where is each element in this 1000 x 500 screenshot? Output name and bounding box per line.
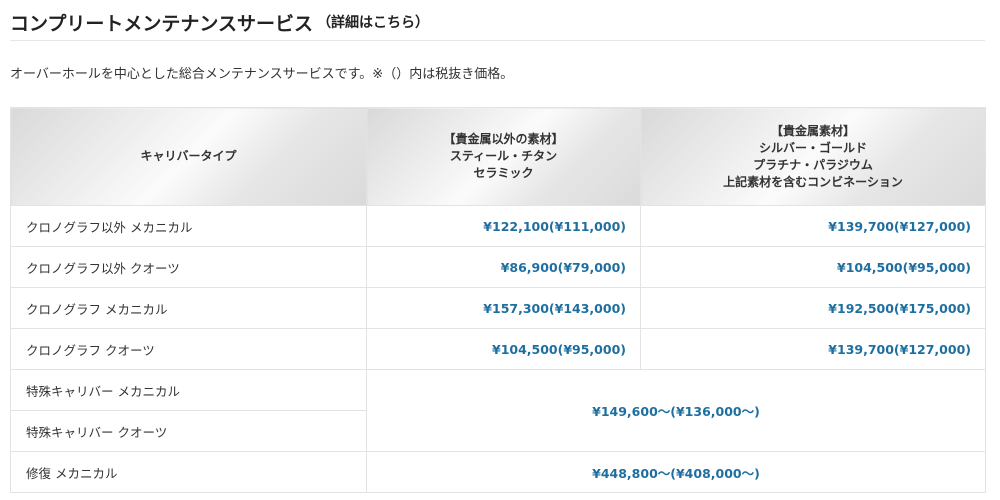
price-precious: ¥139,700(¥127,000): [640, 205, 986, 247]
price-table: キャリバータイプ 【貴金属以外の素材】 スティール・チタン セラミック 【貴金属…: [10, 107, 986, 493]
price-non-precious: ¥104,500(¥95,000): [366, 328, 641, 370]
row-label: クロノグラフ メカニカル: [10, 287, 367, 329]
table-row: 修復 メカニカル ¥448,800～(¥408,000～): [10, 451, 986, 493]
header-non-precious-line: 【貴金属以外の素材】: [443, 132, 564, 146]
header-precious-line: 上記素材を含むコンビネーション: [723, 174, 903, 189]
row-label: クロノグラフ クオーツ: [10, 328, 367, 370]
price-precious: ¥139,700(¥127,000): [640, 328, 986, 370]
header-non-precious-line: セラミック: [473, 166, 534, 180]
price-special-caliber: ¥149,600～(¥136,000～): [366, 369, 986, 452]
table-row: クロノグラフ メカニカル ¥157,300(¥143,000) ¥192,500…: [10, 287, 986, 329]
header-caliber-type: キャリバータイプ: [10, 107, 367, 206]
header-precious-line: シルバー・ゴールド: [758, 140, 867, 155]
price-non-precious: ¥157,300(¥143,000): [366, 287, 641, 329]
table-row: 特殊キャリバー メカニカル ¥149,600～(¥136,000～): [10, 369, 986, 452]
service-description: オーバーホールを中心とした総合メンテナンスサービスです。※（）内は税抜き価格。: [10, 67, 514, 82]
table-row: クロノグラフ クオーツ ¥104,500(¥95,000) ¥139,700(¥…: [10, 328, 986, 370]
row-label: クロノグラフ以外 メカニカル: [10, 205, 367, 247]
table-row: クロノグラフ以外 クオーツ ¥86,900(¥79,000) ¥104,500(…: [10, 246, 986, 288]
header-non-precious: 【貴金属以外の素材】 スティール・チタン セラミック: [366, 107, 641, 206]
row-label: 修復 メカニカル: [10, 451, 367, 493]
row-label: クロノグラフ以外 クオーツ: [10, 246, 367, 288]
row-label: 特殊キャリバー メカニカル: [10, 369, 367, 411]
table-header-row: キャリバータイプ 【貴金属以外の素材】 スティール・チタン セラミック 【貴金属…: [10, 107, 986, 206]
header-precious: 【貴金属素材】 シルバー・ゴールド プラチナ・パラジウム 上記素材を含むコンビネ…: [640, 107, 986, 206]
details-link[interactable]: （詳細はこちら）: [317, 12, 429, 32]
price-precious: ¥104,500(¥95,000): [640, 246, 986, 288]
price-non-precious: ¥86,900(¥79,000): [366, 246, 641, 288]
section-title-row: コンプリートメンテナンスサービス （詳細はこちら）: [10, 4, 985, 41]
page-title: コンプリートメンテナンスサービス: [10, 12, 314, 35]
header-precious-line: 【貴金属素材】: [770, 123, 855, 138]
price-precious: ¥192,500(¥175,000): [640, 287, 986, 329]
row-label: 特殊キャリバー クオーツ: [10, 410, 367, 452]
price-restoration: ¥448,800～(¥408,000～): [366, 451, 986, 493]
header-precious-line: プラチナ・パラジウム: [753, 157, 873, 172]
price-non-precious: ¥122,100(¥111,000): [366, 205, 641, 247]
header-non-precious-line: スティール・チタン: [449, 149, 558, 163]
table-row: クロノグラフ以外 メカニカル ¥122,100(¥111,000) ¥139,7…: [10, 205, 986, 247]
